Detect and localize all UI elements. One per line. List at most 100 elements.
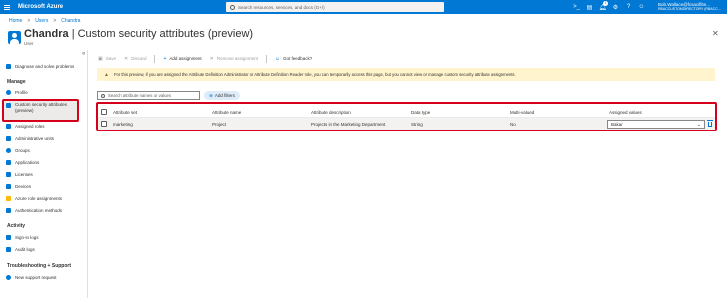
- account-tenant: RBACCUSTOMDIRECTORY (RBACC...: [658, 7, 721, 11]
- column-header-attribute-name[interactable]: Attribute name: [212, 106, 241, 118]
- sidebar-item-label: Sign-in logs: [15, 235, 39, 240]
- search-icon: [230, 4, 235, 10]
- assigned-value-selected: Bakar: [611, 122, 623, 127]
- azure-brand[interactable]: Microsoft Azure: [18, 4, 63, 10]
- sidebar-item-licenses[interactable]: Licenses: [6, 170, 33, 179]
- discard-button[interactable]: ✕ Discard: [124, 56, 146, 62]
- notifications-icon[interactable]: 🔔︎ 1: [596, 0, 609, 14]
- delete-icon[interactable]: [707, 119, 713, 128]
- toolbar-divider: [154, 54, 156, 63]
- info-banner: ▲ For this preview, if you are assigned …: [97, 68, 715, 81]
- add-filters-label: Add filters: [214, 93, 235, 98]
- remove-icon: ✕: [209, 55, 214, 62]
- sidebar-item-label: Azure role assignments: [15, 196, 63, 201]
- sidebar-section-manage: Manage: [7, 79, 26, 85]
- page-title: Chandra | Custom security attributes (pr…: [24, 28, 253, 40]
- sidebar-item-azure-role-assignments[interactable]: Azure role assignments: [6, 194, 62, 203]
- breadcrumb-home[interactable]: Home: [9, 18, 22, 24]
- top-navigation-bar: Microsoft Azure Search resources, servic…: [0, 0, 727, 14]
- sidebar-item-label: Administrative units: [15, 136, 55, 141]
- search-icon: [101, 93, 105, 98]
- help-icon[interactable]: ?: [622, 0, 635, 14]
- breadcrumb: Home > Users > Chandra: [9, 18, 80, 24]
- sidebar-item-label: Assigned roles: [15, 124, 45, 129]
- directory-filter-icon[interactable]: ▤: [583, 0, 596, 14]
- add-filters-button[interactable]: ⊕ Add filters: [204, 91, 240, 100]
- column-header-assigned-values[interactable]: Assigned values: [609, 106, 642, 118]
- column-header-multi-valued[interactable]: Multi-valued: [510, 106, 534, 118]
- save-label: Save: [105, 56, 116, 61]
- sidebar-item-label: Audit logs: [15, 247, 35, 252]
- table-row[interactable]: marketing Project Projects in the Market…: [98, 118, 715, 130]
- sidebar-item-sign-in-logs[interactable]: Sign-in logs: [6, 233, 39, 242]
- devices-icon: [6, 184, 11, 189]
- roles-icon: [6, 124, 11, 129]
- user-name: Chandra: [24, 28, 69, 40]
- breadcrumb-current[interactable]: Chandra: [61, 18, 80, 24]
- remove-assignment-button[interactable]: ✕ Remove assignment: [210, 56, 258, 62]
- add-icon: +: [163, 55, 167, 62]
- cell-data-type: String: [411, 121, 423, 127]
- sidebar-item-administrative-units[interactable]: Administrative units: [6, 134, 54, 143]
- person-icon: [6, 90, 11, 95]
- sidebar-item-label: New support request: [15, 275, 57, 280]
- row-checkbox[interactable]: [101, 121, 107, 127]
- attribute-search-input[interactable]: Search attribute names or values: [97, 91, 200, 100]
- sidebar: « Diagnose and solve problems Manage Pro…: [0, 50, 88, 298]
- applications-icon: [6, 160, 11, 165]
- sidebar-item-new-support-request[interactable]: New support request: [6, 273, 57, 282]
- sidebar-item-label: Diagnose and solve problems: [15, 64, 75, 69]
- sidebar-item-applications[interactable]: Applications: [6, 158, 39, 167]
- collapse-sidebar-icon[interactable]: «: [82, 51, 85, 57]
- more-options-icon[interactable]: ...: [170, 30, 177, 39]
- support-icon: [6, 275, 11, 280]
- column-header-attribute-description[interactable]: Attribute description: [311, 106, 351, 118]
- sign-in-icon: [6, 235, 11, 240]
- cell-attribute-description: Projects in the Marketing Department: [311, 121, 386, 127]
- chevron-down-icon: ⌄: [696, 121, 701, 128]
- admin-units-icon: [6, 136, 11, 141]
- sidebar-item-label: Groups: [15, 148, 30, 153]
- discard-label: Discard: [131, 56, 147, 61]
- feedback-icon[interactable]: ☺︎: [635, 0, 648, 14]
- sidebar-item-assigned-roles[interactable]: Assigned roles: [6, 122, 45, 131]
- blade-title: Custom security attributes (preview): [77, 28, 254, 40]
- page-subtitle: User: [24, 41, 34, 46]
- filter-icon: ⊕: [209, 92, 213, 98]
- select-all-checkbox[interactable]: [101, 109, 107, 115]
- assigned-value-dropdown[interactable]: Bakar ⌄: [607, 120, 705, 129]
- feedback-button[interactable]: ☺︎ Got feedback?: [275, 56, 312, 62]
- settings-icon[interactable]: ⚙︎: [609, 0, 622, 14]
- account-menu[interactable]: Bob.Wallace@fcsaciflite... RBACCUSTOMDIR…: [658, 2, 721, 12]
- title-divider: |: [71, 28, 75, 40]
- column-header-attribute-set[interactable]: Attribute set: [113, 106, 137, 118]
- menu-icon[interactable]: [0, 0, 14, 14]
- feedback-label: Got feedback?: [283, 56, 313, 61]
- add-assignment-button[interactable]: + Add assignment: [163, 56, 201, 62]
- sidebar-item-groups[interactable]: Groups: [6, 146, 30, 155]
- column-header-data-type[interactable]: Data type: [411, 106, 430, 118]
- attribute-search-placeholder: Search attribute names or values: [108, 93, 172, 98]
- shield-icon: [6, 208, 11, 213]
- groups-icon: [6, 148, 11, 153]
- sidebar-item-audit-logs[interactable]: Audit logs: [6, 245, 35, 254]
- sidebar-section-troubleshooting: Troubleshooting + Support: [7, 263, 72, 269]
- close-icon[interactable]: ✕: [712, 29, 719, 38]
- remove-assignment-label: Remove assignment: [216, 56, 258, 61]
- feedback-icon: ☺︎: [274, 55, 281, 62]
- warning-icon: ▲: [104, 71, 109, 78]
- global-search-input[interactable]: Search resources, services, and docs (G+…: [226, 2, 444, 12]
- sidebar-item-authentication-methods[interactable]: Authentication methods: [6, 206, 62, 215]
- cell-attribute-set: marketing: [113, 121, 133, 127]
- save-icon: ▣: [98, 55, 103, 62]
- key-icon: [6, 196, 11, 201]
- cell-multi-valued: No: [510, 121, 516, 127]
- sidebar-item-profile[interactable]: Profile: [6, 88, 28, 97]
- save-button[interactable]: ▣ Save: [98, 56, 116, 62]
- sidebar-item-diagnose[interactable]: Diagnose and solve problems: [6, 62, 74, 71]
- cloud-shell-icon[interactable]: >_: [570, 0, 583, 14]
- user-icon: [8, 31, 21, 44]
- sidebar-item-label: Authentication methods: [15, 208, 63, 213]
- sidebar-item-devices[interactable]: Devices: [6, 182, 31, 191]
- breadcrumb-users[interactable]: Users: [35, 18, 48, 24]
